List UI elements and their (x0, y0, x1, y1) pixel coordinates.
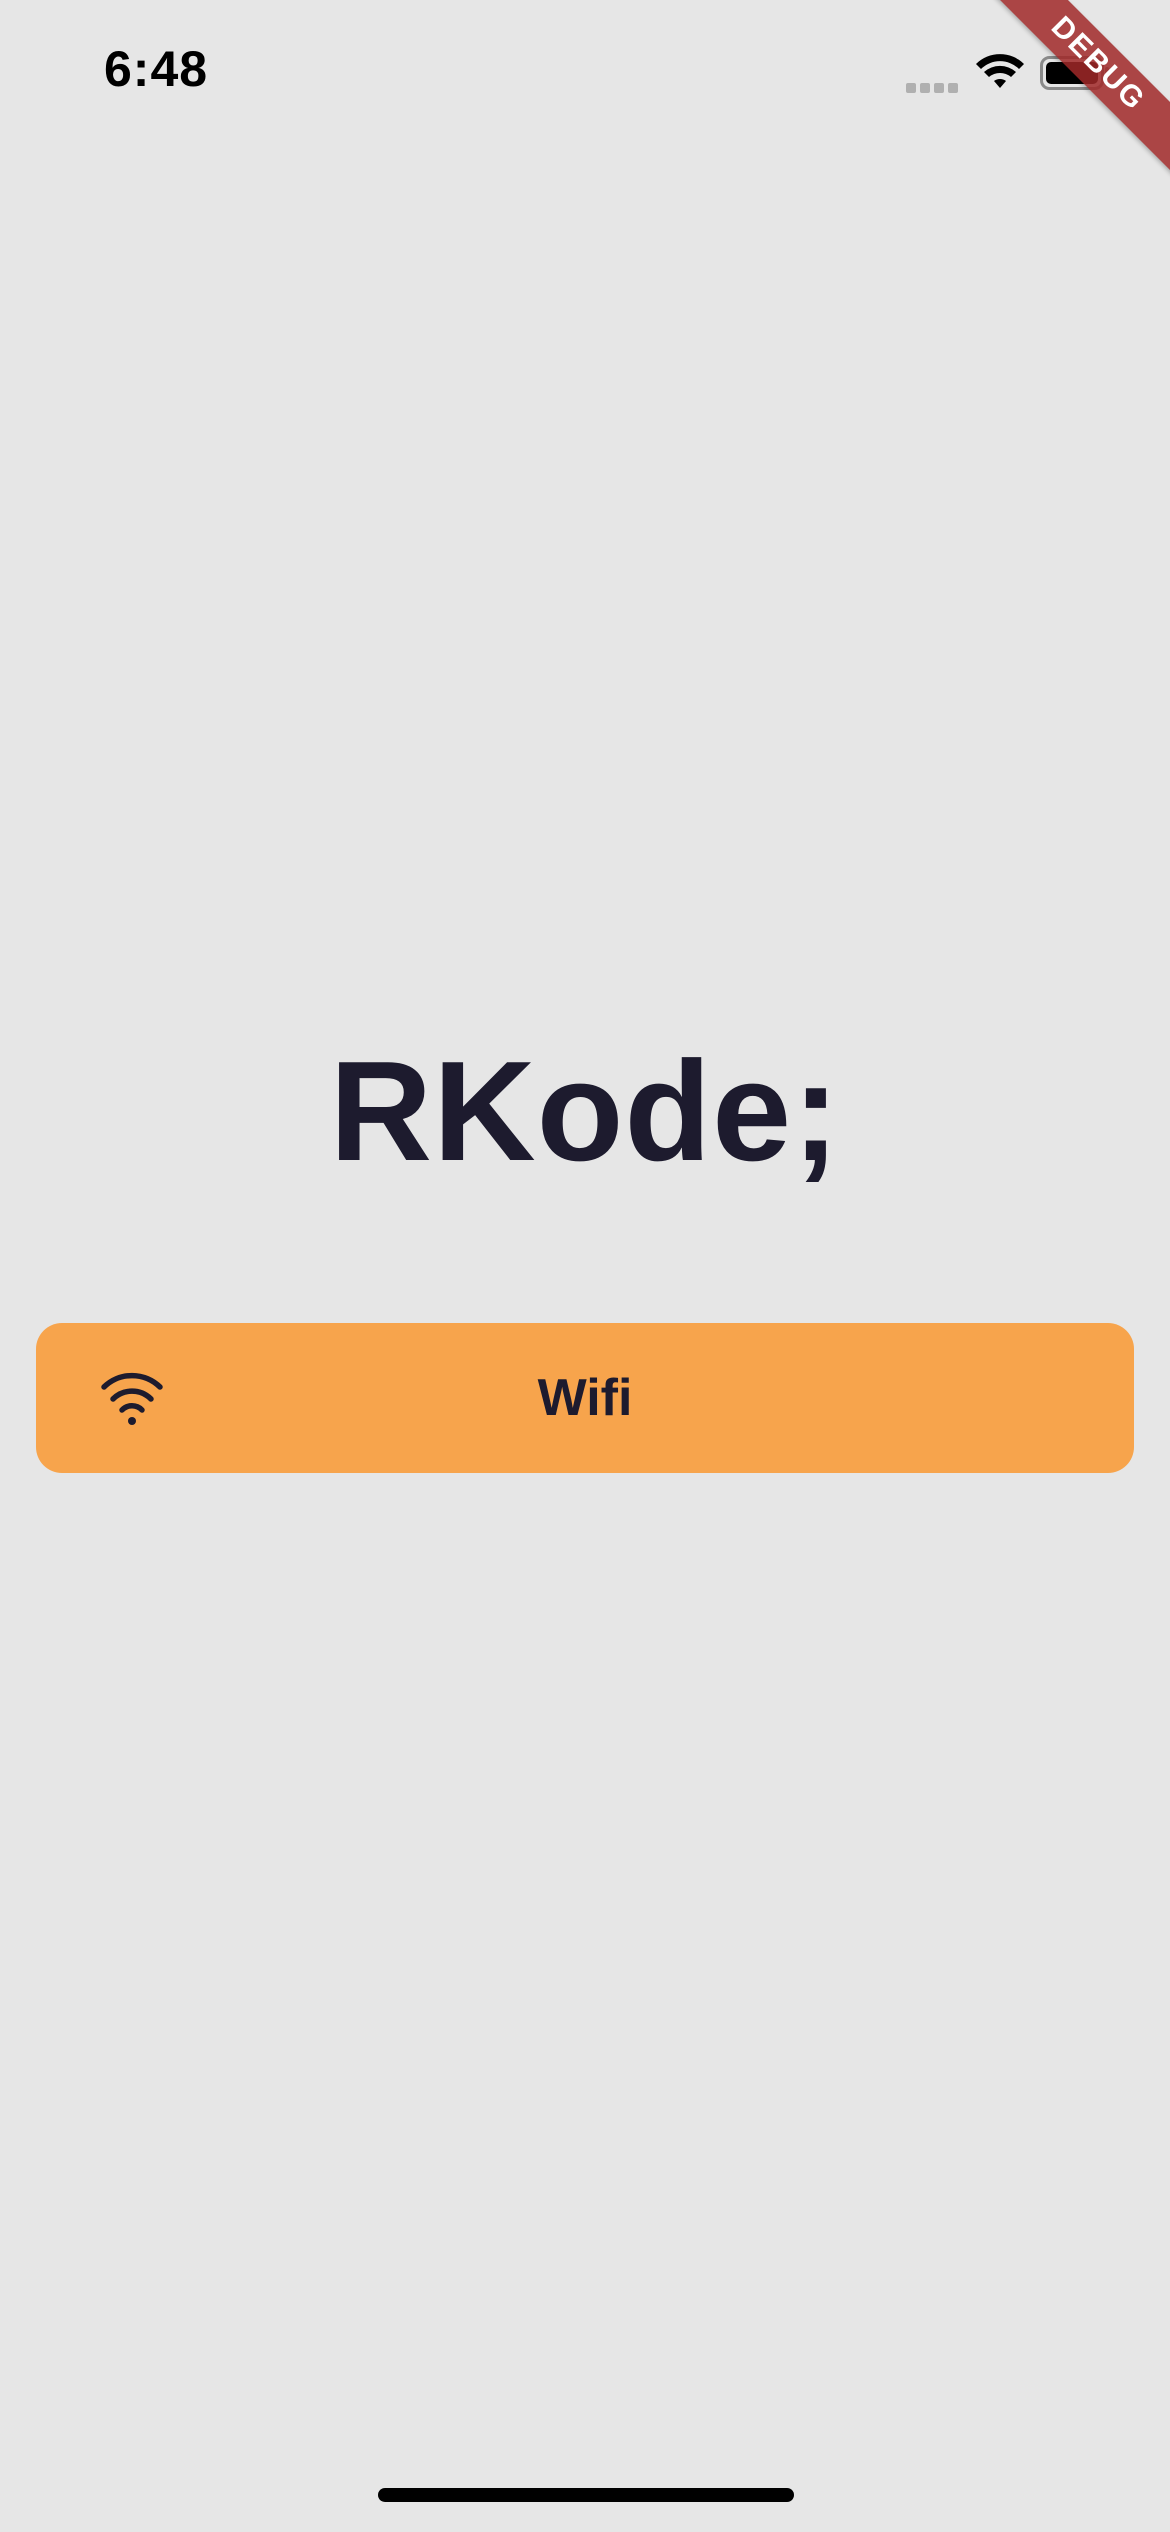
cellular-signal-icon (906, 80, 962, 94)
status-time: 6:48 (104, 41, 209, 97)
wifi-button[interactable]: Wifi (36, 1323, 1134, 1473)
debug-banner: DEBUG (990, 0, 1170, 180)
debug-banner-container: DEBUG (990, 0, 1170, 180)
wifi-button-label: Wifi (537, 1369, 633, 1427)
home-indicator[interactable] (378, 2488, 794, 2502)
app-title: RKode; (329, 1032, 841, 1191)
